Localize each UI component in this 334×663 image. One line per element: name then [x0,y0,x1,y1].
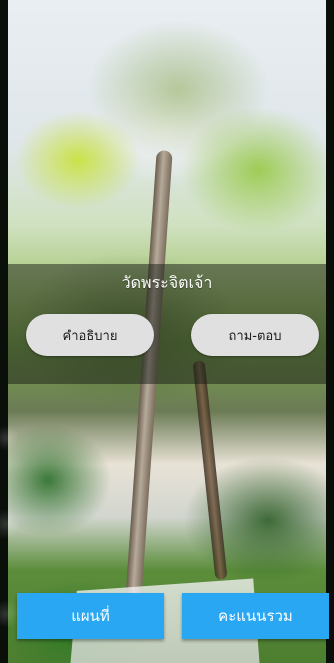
qa-button[interactable]: ถาม-ตอบ [191,314,319,356]
right-edge [326,0,334,663]
place-title: วัดพระจิตเจ้า [121,273,213,292]
map-button[interactable]: แผนที่ [17,593,164,639]
app-screen: วัดพระจิตเจ้า คำอธิบาย ถาม-ตอบ แผนที่ คะ… [0,0,334,663]
total-score-button[interactable]: คะแนนรวม [182,593,329,639]
description-button[interactable]: คำอธิบาย [26,314,154,356]
